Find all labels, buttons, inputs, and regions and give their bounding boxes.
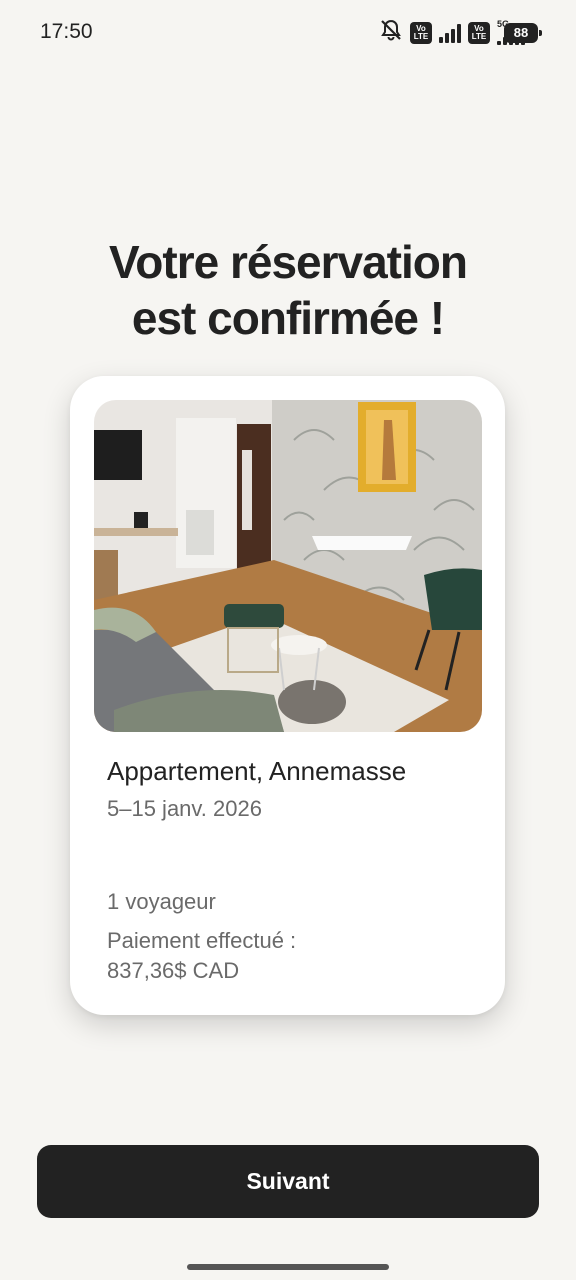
status-time: 17:50	[40, 20, 93, 43]
next-button[interactable]: Suivant	[37, 1145, 539, 1218]
title-line-2: est confirmée !	[131, 292, 445, 344]
payment-amount: 837,36$ CAD	[107, 958, 240, 983]
booking-card[interactable]: Appartement, Annemasse 5–15 janv. 2026 1…	[70, 376, 505, 1015]
listing-title: Appartement, Annemasse	[107, 756, 407, 786]
volte-icon: Vo LTE	[468, 21, 490, 44]
guest-count: 1 voyageur	[107, 889, 216, 914]
status-bar: 17:50 Vo LTE Vo LTE 5G 88	[0, 0, 576, 64]
booking-dates: 5–15 janv. 2026	[107, 796, 262, 821]
listing-photo	[94, 400, 482, 732]
home-indicator[interactable]	[187, 1264, 389, 1270]
payment-label: Paiement effectué :	[107, 928, 297, 953]
volte-icon: Vo LTE	[410, 21, 432, 44]
page-title: Votre réservation est confirmée !	[0, 234, 576, 346]
signal-icon	[439, 23, 461, 43]
battery-level: 88	[513, 25, 529, 40]
battery-icon: 88	[504, 22, 542, 43]
bell-muted-icon	[379, 19, 403, 46]
title-line-1: Votre réservation	[109, 236, 468, 288]
status-icons: Vo LTE Vo LTE 5G 88	[379, 19, 542, 46]
